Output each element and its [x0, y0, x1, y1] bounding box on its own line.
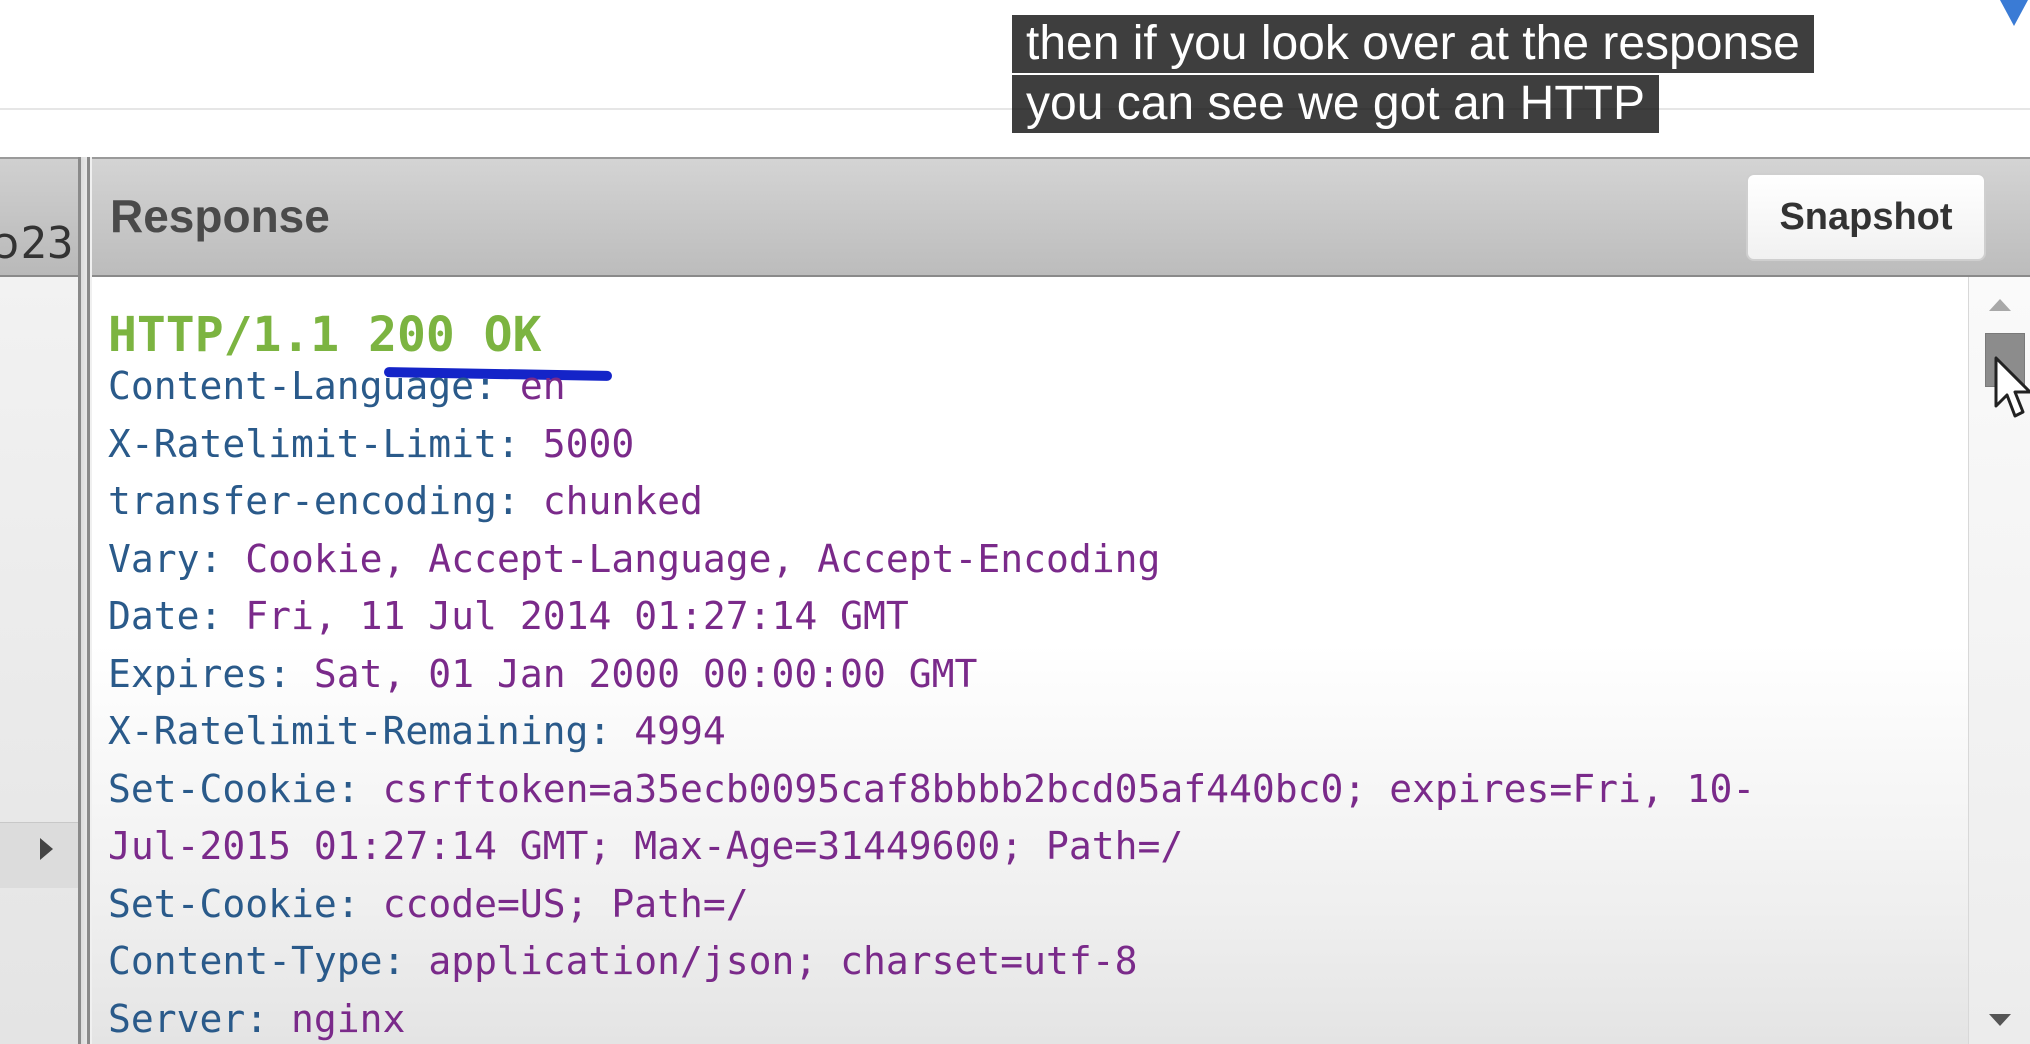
panel-splitter[interactable]: [78, 157, 92, 1044]
header-value: Jul-2015 01:27:14 GMT; Max-Age=31449600;…: [108, 824, 1184, 868]
header-name: Content-Type:: [108, 939, 406, 983]
header-line: Date: Fri, 11 Jul 2014 01:27:14 GMT: [108, 587, 909, 645]
header-name: Set-Cookie:: [108, 766, 360, 811]
response-header: Response Snapshot: [92, 157, 2030, 277]
header-name: Set-Cookie:: [108, 881, 360, 926]
http-status-line: HTTP/1.1 200 OK: [108, 307, 542, 363]
header-line: Content-Language: en: [108, 357, 566, 415]
header-value: csrftoken=a35ecb0095caf8bbbb2bcd05af440b…: [382, 766, 1756, 811]
header-value: Fri, 11 Jul 2014 01:27:14 GMT: [245, 594, 909, 638]
request-column-footer: [0, 822, 78, 888]
header-value: Sat, 01 Jan 2000 00:00:00 GMT: [313, 651, 978, 696]
header-line: Server: nginx: [108, 990, 405, 1044]
subtitle-line-1: then if you look over at the response: [1012, 15, 1814, 73]
header-value: Cookie, Accept-Language, Accept-Encoding: [245, 536, 1161, 581]
response-body: HTTP/1.1 200 OK Content-Language: en X-Ra…: [92, 277, 1968, 1044]
header-value: ccode=US; Path=/: [382, 881, 749, 926]
header-name: X-Ratelimit-Remaining:: [108, 709, 612, 753]
snapshot-button[interactable]: Snapshot: [1746, 173, 1986, 261]
header-line: X-Ratelimit-Remaining: 4994: [108, 702, 726, 760]
header-line: Set-Cookie: csrftoken=a35ecb0095caf8bbbb…: [108, 760, 1755, 818]
header-value: application/json; charset=utf-8: [428, 939, 1138, 983]
request-column-partial-value: 23: [20, 218, 74, 269]
response-title: Response: [110, 190, 330, 242]
header-value: nginx: [291, 996, 406, 1041]
scroll-up-arrow-icon[interactable]: [1989, 299, 2011, 311]
header-value: 4994: [634, 709, 726, 753]
header-name: Expires:: [108, 651, 292, 696]
header-value: 5000: [542, 421, 635, 466]
header-name: X-Ratelimit-Limit:: [108, 421, 520, 466]
mouse-pointer-icon: [1994, 356, 2030, 418]
header-line: Vary: Cookie, Accept-Language, Accept-En…: [108, 530, 1160, 588]
header-line: Expires: Sat, 01 Jan 2000 00:00:00 GMT: [108, 645, 977, 703]
response-panel: Response Snapshot HTTP/1.1 200 OK Conten…: [92, 157, 2030, 1044]
request-column-partial-text: ɔ23: [0, 218, 73, 269]
header-value: en: [519, 364, 566, 408]
header-name: Server:: [108, 996, 269, 1041]
header-value: chunked: [542, 479, 703, 523]
header-line: Set-Cookie: ccode=US; Path=/: [108, 875, 749, 933]
header-line: Jul-2015 01:27:14 GMT; Max-Age=31449600;…: [108, 817, 1183, 875]
scroll-down-arrow-icon[interactable]: [1989, 1014, 2011, 1026]
screen: then if you look over at the response yo…: [0, 0, 2030, 1044]
header-name: Vary:: [108, 536, 223, 581]
header-name: Date:: [108, 594, 223, 638]
expand-arrow-icon[interactable]: [40, 838, 53, 860]
blue-triangle-down-icon[interactable]: [2000, 0, 2028, 26]
subtitle-line-2: you can see we got an HTTP: [1012, 75, 1659, 133]
request-column: [0, 157, 78, 1044]
request-column-partial-prefix: ɔ: [0, 218, 21, 269]
header-name: transfer-encoding:: [108, 479, 520, 523]
header-line: Content-Type: application/json; charset=…: [108, 932, 1138, 990]
header-line: transfer-encoding: chunked: [108, 472, 703, 530]
header-name: Content-Language:: [108, 364, 497, 408]
header-line: X-Ratelimit-Limit: 5000: [108, 415, 634, 473]
